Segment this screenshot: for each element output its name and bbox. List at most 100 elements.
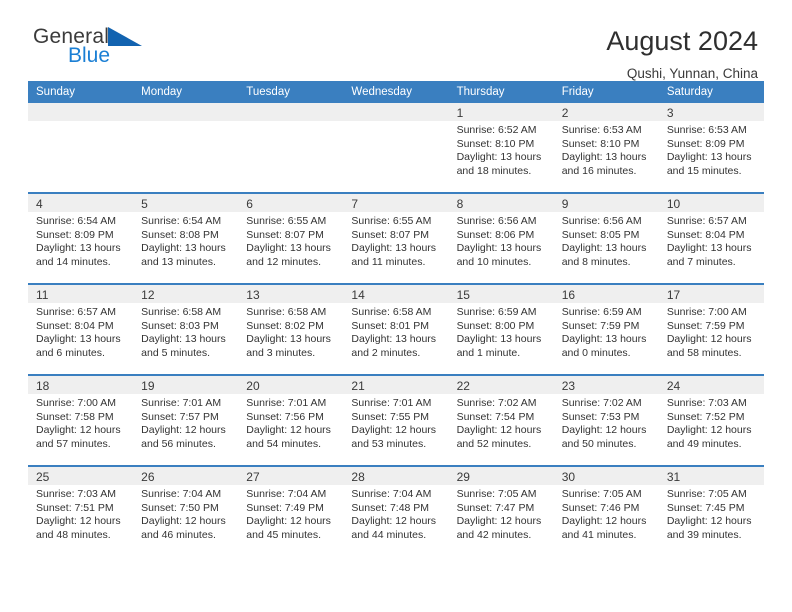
calendar-day-cell: 27 Sunrise: 7:04 AM Sunset: 7:49 PM Dayligh… <box>238 465 344 556</box>
daylight-duration-line1: Daylight: 13 hours <box>246 242 331 255</box>
daylight-duration-line2: and 7 minutes. <box>666 255 736 268</box>
sunrise-time: Sunrise: 6:56 AM <box>561 215 642 227</box>
sunrise-time: Sunrise: 7:00 AM <box>36 397 116 409</box>
daylight-duration-line1: Daylight: 12 hours <box>666 333 752 346</box>
sunrise-time: Sunrise: 7:00 AM <box>666 306 747 318</box>
daylight-duration-line2: and 0 minutes. <box>561 346 631 359</box>
day-sun-info: Sunrise: 6:57 AM Sunset: 8:04 PM Daylight:… <box>28 303 133 360</box>
day-number: 2 <box>553 103 659 121</box>
day-number: 7 <box>343 194 449 212</box>
daylight-duration-line1: Daylight: 12 hours <box>246 515 331 528</box>
sunset-time: Sunset: 8:07 PM <box>351 228 430 241</box>
day-number: 28 <box>343 467 449 485</box>
daylight-duration-line2: and 1 minute. <box>456 346 521 359</box>
sunset-time: Sunset: 7:59 PM <box>666 319 745 332</box>
daylight-duration-line1: Daylight: 12 hours <box>351 424 437 437</box>
day-sun-info: Sunrise: 6:57 AM Sunset: 8:04 PM Daylight:… <box>659 212 764 269</box>
day-number: 22 <box>448 376 554 394</box>
sunset-time: Sunset: 8:04 PM <box>666 228 745 241</box>
day-number: 8 <box>448 194 554 212</box>
sunset-time: Sunset: 7:52 PM <box>666 410 745 423</box>
day-number: 21 <box>343 376 449 394</box>
day-sun-info: Sunrise: 6:54 AM Sunset: 8:08 PM Daylight:… <box>133 212 238 269</box>
daylight-duration-line1: Daylight: 13 hours <box>36 333 121 346</box>
day-number: 14 <box>343 285 449 303</box>
day-number: 1 <box>448 103 554 121</box>
daylight-duration-line2: and 56 minutes. <box>141 437 216 450</box>
daylight-duration-line2: and 8 minutes. <box>561 255 631 268</box>
general-blue-logo[interactable]: General Blue <box>28 26 143 67</box>
daylight-duration-line2: and 15 minutes. <box>666 164 742 177</box>
day-sun-info: Sunrise: 6:54 AM Sunset: 8:09 PM Daylight:… <box>28 212 133 269</box>
day-sun-info: Sunrise: 7:02 AM Sunset: 7:53 PM Daylight:… <box>554 394 659 451</box>
calendar-day-cell: 20 Sunrise: 7:01 AM Sunset: 7:56 PM Dayligh… <box>238 374 344 466</box>
day-sun-info: Sunrise: 6:55 AM Sunset: 8:07 PM Daylight:… <box>238 212 343 269</box>
calendar-day-cell: 14 Sunrise: 6:58 AM Sunset: 8:01 PM Dayligh… <box>343 283 449 375</box>
daylight-duration-line1: Daylight: 13 hours <box>456 151 542 164</box>
daylight-duration-line2: and 54 minutes. <box>246 437 321 450</box>
day-number: 15 <box>448 285 554 303</box>
calendar-day-cell: 10 Sunrise: 6:57 AM Sunset: 8:04 PM Dayligh… <box>658 192 764 284</box>
sunset-time: Sunset: 7:50 PM <box>141 501 219 514</box>
sunrise-time: Sunrise: 7:01 AM <box>246 397 327 409</box>
title-block: August 2024 Qushi, Yunnan, China <box>606 26 764 82</box>
daylight-duration-line1: Daylight: 12 hours <box>561 424 647 437</box>
day-sun-info: Sunrise: 7:05 AM Sunset: 7:45 PM Daylight:… <box>659 485 764 542</box>
calendar-day-cell: 3 Sunrise: 6:53 AM Sunset: 8:09 PM Daylight… <box>658 103 764 193</box>
sunset-time: Sunset: 8:06 PM <box>456 228 535 241</box>
calendar-day-cell: 7 Sunrise: 6:55 AM Sunset: 8:07 PM Daylight… <box>343 192 449 284</box>
daylight-duration-line2: and 48 minutes. <box>36 528 111 541</box>
calendar-day-cell: 9 Sunrise: 6:56 AM Sunset: 8:05 PM Daylight… <box>553 192 659 284</box>
sunset-time: Sunset: 8:04 PM <box>36 319 114 332</box>
day-number: 24 <box>658 376 764 394</box>
daylight-duration-line1: Daylight: 13 hours <box>561 151 647 164</box>
calendar-day-cell: 13 Sunrise: 6:58 AM Sunset: 8:02 PM Dayligh… <box>238 283 344 375</box>
sunrise-sunset-calendar: Sunday Monday Tuesday Wednesday Thursday… <box>28 81 764 556</box>
sunrise-time: Sunrise: 7:01 AM <box>141 397 222 409</box>
sunrise-time: Sunrise: 6:59 AM <box>456 306 537 318</box>
day-number: 27 <box>238 467 344 485</box>
sunset-time: Sunset: 8:03 PM <box>141 319 219 332</box>
sunset-time: Sunset: 7:57 PM <box>141 410 219 423</box>
daylight-duration-line1: Daylight: 12 hours <box>246 424 331 437</box>
day-sun-info: Sunrise: 6:53 AM Sunset: 8:09 PM Daylight:… <box>659 121 764 178</box>
calendar-week-row: 25 Sunrise: 7:03 AM Sunset: 7:51 PM Dayligh… <box>28 465 764 556</box>
day-sun-info: Sunrise: 7:04 AM Sunset: 7:48 PM Daylight:… <box>343 485 448 542</box>
sunrise-time: Sunrise: 7:04 AM <box>246 488 327 500</box>
daylight-duration-line2: and 3 minutes. <box>246 346 316 359</box>
calendar-page: General Blue August 2024 Qushi, Yunnan, … <box>0 0 792 612</box>
calendar-day-cell: 29 Sunrise: 7:05 AM Sunset: 7:47 PM Dayligh… <box>448 465 554 556</box>
daylight-duration-line1: Daylight: 13 hours <box>351 242 437 255</box>
daylight-duration-line1: Daylight: 13 hours <box>141 333 226 346</box>
daylight-duration-line2: and 16 minutes. <box>561 164 637 177</box>
calendar-day-cell: 17 Sunrise: 7:00 AM Sunset: 7:59 PM Dayligh… <box>658 283 764 375</box>
daylight-duration-line2: and 14 minutes. <box>36 255 111 268</box>
day-sun-info: Sunrise: 6:59 AM Sunset: 7:59 PM Daylight:… <box>554 303 659 360</box>
daylight-duration-line2: and 46 minutes. <box>141 528 216 541</box>
day-sun-info: Sunrise: 6:58 AM Sunset: 8:03 PM Daylight:… <box>133 303 238 360</box>
sunrise-time: Sunrise: 6:58 AM <box>351 306 432 318</box>
daylight-duration-line1: Daylight: 13 hours <box>561 242 647 255</box>
day-sun-info: Sunrise: 6:56 AM Sunset: 8:05 PM Daylight:… <box>554 212 659 269</box>
calendar-day-cell: 19 Sunrise: 7:01 AM Sunset: 7:57 PM Dayligh… <box>133 374 239 466</box>
day-sun-info: Sunrise: 7:01 AM Sunset: 7:56 PM Daylight:… <box>238 394 343 451</box>
day-number <box>343 103 449 121</box>
calendar-day-cell: 22 Sunrise: 7:02 AM Sunset: 7:54 PM Dayligh… <box>448 374 554 466</box>
daylight-duration-line1: Daylight: 13 hours <box>246 333 331 346</box>
day-number <box>133 103 239 121</box>
calendar-day-cell-empty <box>133 103 239 193</box>
day-number: 30 <box>553 467 659 485</box>
daylight-duration-line2: and 57 minutes. <box>36 437 111 450</box>
day-sun-info: Sunrise: 7:04 AM Sunset: 7:50 PM Daylight:… <box>133 485 238 542</box>
day-number: 18 <box>28 376 134 394</box>
daylight-duration-line1: Daylight: 13 hours <box>351 333 437 346</box>
sunset-time: Sunset: 7:46 PM <box>561 501 640 514</box>
day-number: 25 <box>28 467 134 485</box>
weekday-header-sunday: Sunday <box>28 81 134 103</box>
day-number: 9 <box>553 194 659 212</box>
calendar-day-cell: 30 Sunrise: 7:05 AM Sunset: 7:46 PM Dayligh… <box>553 465 659 556</box>
calendar-body: 1 Sunrise: 6:52 AM Sunset: 8:10 PM Daylight… <box>28 103 764 556</box>
daylight-duration-line1: Daylight: 13 hours <box>561 333 647 346</box>
daylight-duration-line2: and 50 minutes. <box>561 437 637 450</box>
daylight-duration-line1: Daylight: 12 hours <box>36 515 121 528</box>
